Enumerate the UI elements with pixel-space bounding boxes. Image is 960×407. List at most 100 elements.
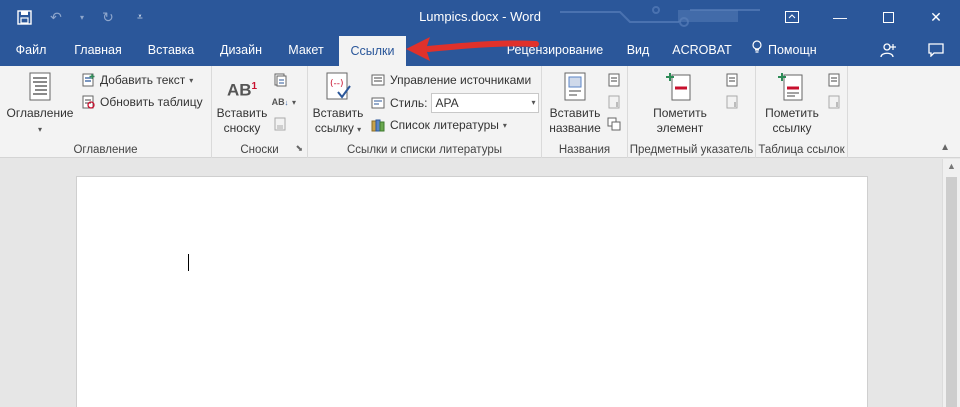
manage-sources-label: Управление источниками: [390, 73, 532, 87]
update-index-icon: [724, 94, 740, 110]
group-index: Пометить элемент Предметный указатель: [628, 66, 756, 158]
group-label-captions: Названия: [558, 144, 611, 156]
update-table-icon: [80, 94, 96, 110]
ribbon-panel: Оглавление ▾ Добавить текст ▾ Обновить т…: [0, 66, 960, 158]
collapse-ribbon-chevron-icon[interactable]: ▲: [940, 142, 950, 153]
style-label: Стиль:: [390, 96, 428, 110]
mark-citation-button[interactable]: Пометить ссылку: [758, 72, 826, 136]
insert-caption-line1: Вставить: [549, 106, 601, 120]
insert-endnote-button[interactable]: [272, 72, 288, 88]
red-arrow-annotation: [406, 37, 539, 61]
group-toa: Пометить ссылку Таблица ссылок: [756, 66, 848, 158]
insert-index-icon: [724, 72, 740, 88]
tab-references[interactable]: Ссылки: [339, 36, 406, 66]
mark-entry-button[interactable]: Пометить элемент: [642, 72, 718, 136]
cross-reference-button[interactable]: [606, 116, 622, 132]
insert-footnote-line1: Вставить: [216, 106, 268, 120]
document-area: [0, 159, 942, 407]
mark-entry-line2: элемент: [656, 121, 704, 135]
endnote-icon: [272, 72, 288, 88]
insert-table-of-figures-button[interactable]: [606, 72, 622, 88]
group-label-toa: Таблица ссылок: [758, 144, 845, 156]
add-text-dropdown-icon: ▾: [189, 75, 194, 85]
update-table-of-figures-button[interactable]: [606, 94, 622, 110]
scroll-thumb[interactable]: [946, 177, 957, 407]
insert-footnote-button[interactable]: AB1 Вставить сноску: [214, 72, 270, 136]
update-table-button[interactable]: Обновить таблицу: [80, 94, 203, 110]
insert-footnote-line2: сноску: [223, 121, 261, 135]
add-text-icon: [80, 72, 96, 88]
show-notes-icon: [272, 116, 288, 132]
toc-button-label: Оглавление: [6, 106, 74, 120]
share-user-icon[interactable]: [864, 34, 912, 66]
titlebar-decoration: [560, 6, 760, 27]
vertical-scrollbar[interactable]: ▲: [942, 159, 960, 407]
minimize-icon[interactable]: —: [816, 0, 864, 34]
group-citations: (--) Вставить ссылку ▾ Управление источн…: [308, 66, 542, 158]
insert-citation-button[interactable]: (--) Вставить ссылку ▾: [310, 72, 366, 137]
update-figures-icon: [606, 94, 622, 110]
bibliography-icon: [370, 117, 386, 133]
insert-toa-button[interactable]: [826, 72, 842, 88]
close-icon[interactable]: ✕: [912, 0, 960, 34]
tab-design[interactable]: Дизайн: [210, 34, 272, 66]
style-dropdown[interactable]: APA ▾: [431, 93, 540, 113]
footnotes-dialog-launcher-icon[interactable]: ⬊: [295, 143, 303, 154]
group-label-index: Предметный указатель: [629, 144, 754, 156]
table-of-figures-icon: [606, 72, 622, 88]
group-label-footnotes: Сноски: [240, 144, 279, 156]
scroll-up-icon[interactable]: ▲: [943, 161, 960, 171]
style-icon: [370, 95, 386, 111]
style-dropdown-chevron-icon: ▾: [531, 98, 536, 107]
tab-home[interactable]: Главная: [64, 34, 132, 66]
insert-citation-line2: ссылку: [314, 121, 354, 135]
window-controls: — ✕: [768, 0, 960, 34]
document-page[interactable]: [76, 176, 868, 407]
update-toa-button[interactable]: [826, 94, 842, 110]
tab-insert[interactable]: Вставка: [138, 34, 204, 66]
insert-citation-dropdown-icon: ▾: [357, 125, 362, 134]
maximize-icon[interactable]: [864, 0, 912, 34]
style-value: APA: [435, 96, 459, 110]
bibliography-dropdown-icon: ▾: [502, 120, 507, 130]
comments-icon[interactable]: [912, 34, 960, 66]
help-label: Помощн: [768, 43, 817, 57]
bibliography-label: Список литературы: [390, 118, 499, 132]
next-footnote-icon: AB ↓: [271, 97, 289, 107]
cross-reference-icon: [606, 116, 622, 132]
tab-view[interactable]: Вид: [618, 34, 658, 66]
insert-caption-icon: [564, 72, 586, 101]
text-cursor: [188, 254, 189, 271]
tell-me-help[interactable]: Помощн: [752, 34, 817, 66]
insert-toa-icon: [826, 72, 842, 88]
tab-file[interactable]: Файл: [0, 34, 62, 66]
add-text-button[interactable]: Добавить текст ▾: [80, 72, 193, 88]
toc-button[interactable]: Оглавление ▾: [4, 72, 76, 137]
group-captions: Вставить название Названия: [542, 66, 628, 158]
insert-citation-icon: (--): [326, 72, 351, 100]
tab-layout[interactable]: Макет: [278, 34, 334, 66]
footnote-icon: AB1: [226, 80, 258, 100]
group-label-citations: Ссылки и списки литературы: [347, 144, 502, 156]
mark-citation-icon: [778, 73, 803, 101]
update-index-button[interactable]: [724, 94, 740, 110]
insert-caption-button[interactable]: Вставить название: [546, 72, 604, 136]
svg-text:(--): (--): [330, 79, 344, 89]
lightbulb-icon: [752, 34, 762, 66]
group-label-toc: Оглавление: [73, 144, 138, 156]
style-selector: Стиль: APA ▾: [370, 93, 540, 113]
group-toc: Оглавление ▾ Добавить текст ▾ Обновить т…: [0, 66, 212, 158]
update-table-label: Обновить таблицу: [100, 95, 203, 109]
mark-entry-line1: Пометить: [653, 106, 707, 120]
toc-dropdown-icon: ▾: [37, 125, 42, 134]
tab-acrobat[interactable]: ACROBAT: [668, 34, 736, 66]
mark-citation-line2: ссылку: [772, 121, 812, 135]
ribbon-display-options-icon[interactable]: [768, 0, 816, 34]
insert-index-button[interactable]: [724, 72, 740, 88]
next-footnote-button[interactable]: AB ↓ ▾: [272, 94, 296, 110]
bibliography-button[interactable]: Список литературы ▾: [370, 117, 507, 133]
insert-caption-line2: название: [549, 121, 601, 135]
show-notes-button[interactable]: [272, 116, 288, 132]
manage-sources-button[interactable]: Управление источниками: [370, 72, 531, 88]
insert-citation-line1: Вставить: [312, 106, 364, 120]
